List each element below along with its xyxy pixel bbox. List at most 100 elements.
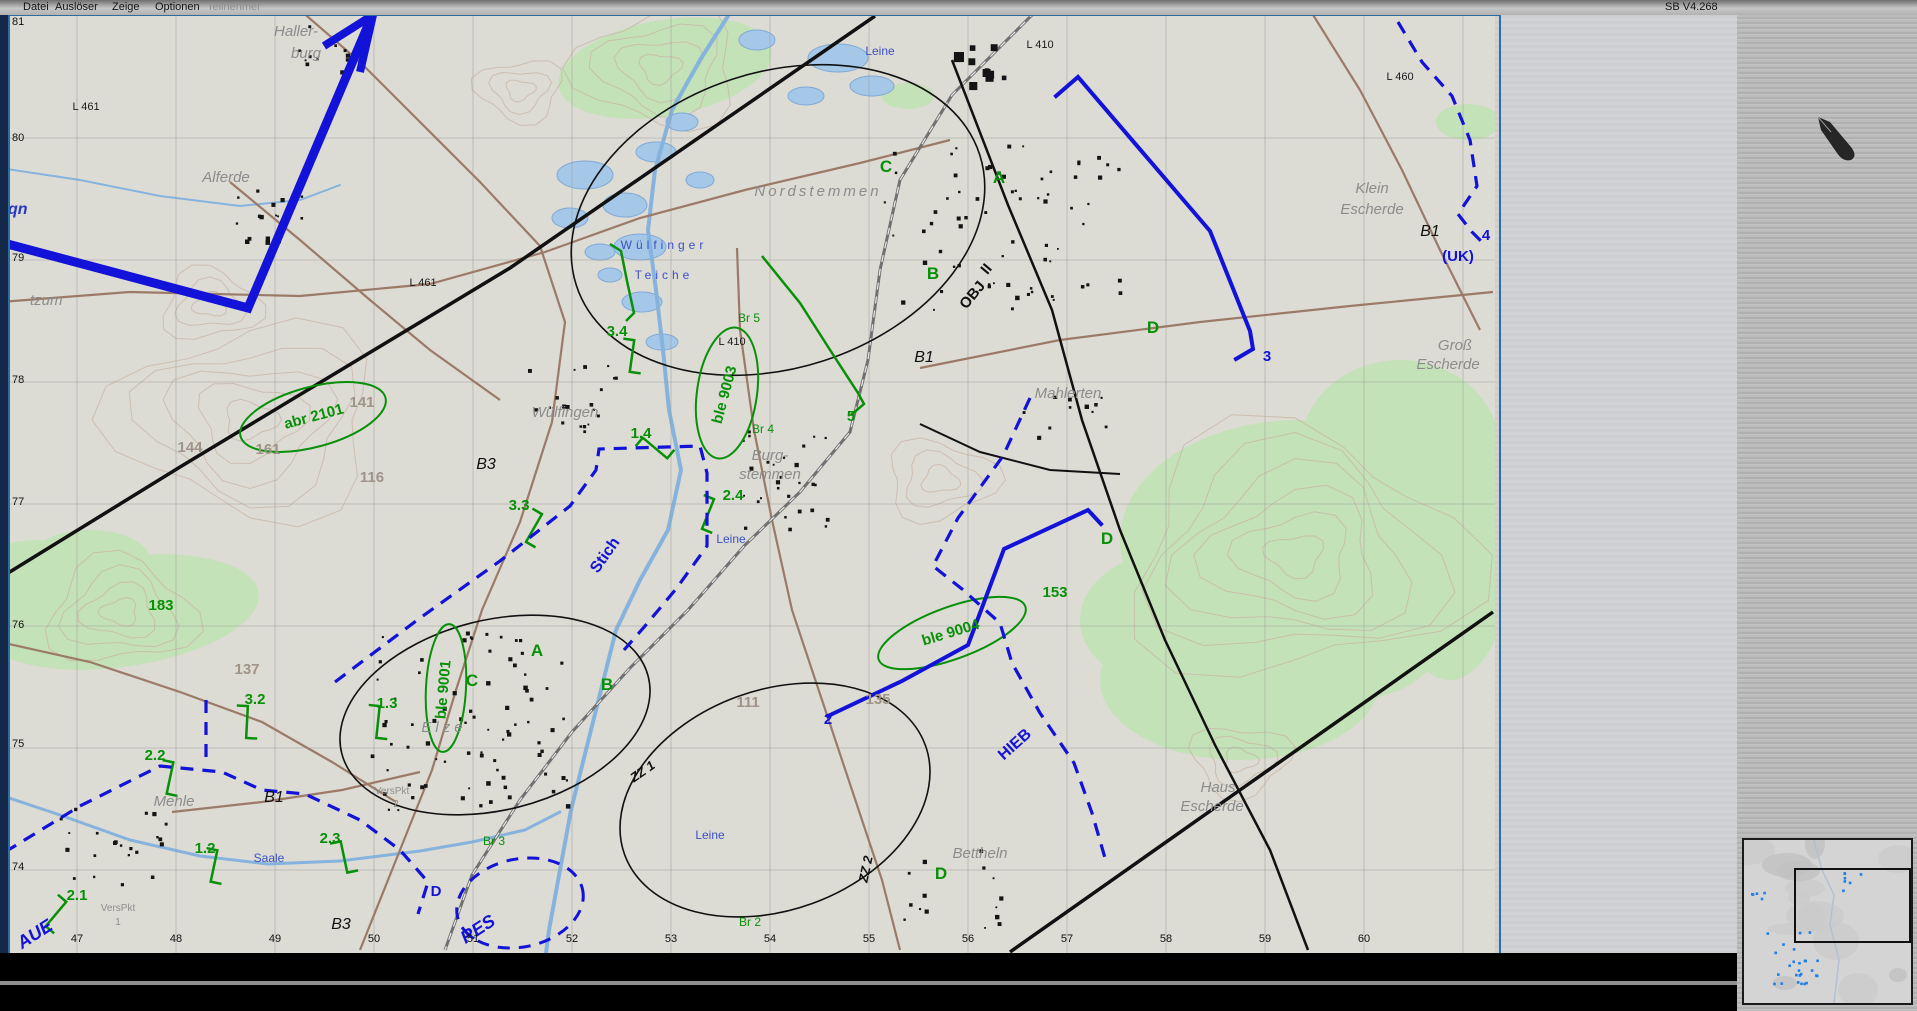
svg-text:53: 53 xyxy=(665,933,677,945)
map-label: 137 xyxy=(234,661,259,678)
minimap-unit-dot xyxy=(1798,961,1801,965)
minimap-unit-dot xyxy=(1843,880,1847,883)
map-label: 2.1 xyxy=(67,887,88,904)
minimap-unit-dot xyxy=(1859,873,1863,876)
map-label: Teiche xyxy=(635,268,694,282)
svg-text:56: 56 xyxy=(962,933,974,945)
minimap-unit-dot xyxy=(1792,948,1796,951)
application-window: SB V4.268 Datei Auslöser Zeige Optionen Teil… xyxy=(0,0,1917,1011)
map-label: Escherde xyxy=(1416,356,1479,373)
menu-item-auslöser[interactable]: Auslöser xyxy=(55,1,98,13)
svg-text:50: 50 xyxy=(368,933,380,945)
minimap-unit-dot xyxy=(1751,892,1754,896)
minimap-terrain xyxy=(1788,891,1810,905)
map-label: 1 xyxy=(115,917,121,928)
map-label: L 461 xyxy=(72,101,99,113)
minimap-unit-dot xyxy=(1774,951,1777,955)
map-label: Br 5 xyxy=(738,311,760,325)
map-label: 2 xyxy=(393,799,399,810)
map-label: 2.3 xyxy=(320,830,341,847)
map-label: B xyxy=(927,264,939,283)
map-label: 153 xyxy=(1042,584,1067,601)
map-label: Escherde xyxy=(1340,201,1403,218)
menu-item-zeige[interactable]: Zeige xyxy=(112,1,140,13)
menu-item-datei[interactable]: Datei xyxy=(23,1,49,13)
svg-text:59: 59 xyxy=(1259,933,1271,945)
map-label: A xyxy=(993,168,1005,187)
minimap-unit-dot xyxy=(1798,931,1802,935)
minimap-terrain xyxy=(1889,968,1907,982)
map-label: Br 4 xyxy=(752,422,774,436)
map-label: VersPkt xyxy=(101,903,136,914)
map-label: B xyxy=(601,675,613,694)
map-label: 3.4 xyxy=(607,323,629,340)
minimap-unit-dot xyxy=(1843,877,1847,880)
svg-text:76: 76 xyxy=(12,619,24,631)
svg-text:58: 58 xyxy=(1160,933,1172,945)
map-label: B1 xyxy=(264,789,284,806)
minimap-unit-dot xyxy=(1780,982,1784,985)
minimap-unit-dot xyxy=(1797,969,1801,972)
minimap-canvas[interactable] xyxy=(1717,827,1917,1007)
map-label: VersPkt xyxy=(375,786,410,797)
map-label: 111 xyxy=(736,694,759,711)
minimap-unit-dot xyxy=(1800,982,1803,986)
svg-text:80: 80 xyxy=(12,132,24,144)
map-label: Groß xyxy=(1438,337,1472,354)
map-label: Nordstemmen xyxy=(754,183,881,200)
minimap-unit-dot xyxy=(1777,973,1780,976)
minimap-unit-dot xyxy=(1782,943,1785,946)
minimap-unit-dot xyxy=(1773,982,1776,986)
minimap-unit-dot xyxy=(1788,964,1791,967)
map-label: burg xyxy=(291,45,322,62)
map-label: 1.2 xyxy=(195,840,216,857)
minimap-unit-dot xyxy=(1763,891,1766,895)
minimap-unit-dot xyxy=(1843,872,1847,876)
bottom-bar-1 xyxy=(0,953,1737,981)
svg-text:54: 54 xyxy=(764,933,776,945)
minimap-unit-dot xyxy=(1755,892,1759,895)
map-label: Haller- xyxy=(274,23,318,40)
svg-text:74: 74 xyxy=(12,861,24,873)
menu-bar: SB V4.268 Datei Auslöser Zeige Optionen Teil… xyxy=(0,0,1917,15)
map-label: Br 2 xyxy=(739,915,761,929)
bottom-bar-2 xyxy=(0,985,1737,1011)
map-label: Saale xyxy=(254,851,285,865)
map-label: 135 xyxy=(865,691,890,708)
map-label: A xyxy=(531,641,543,660)
map-label: 161 xyxy=(255,441,280,458)
minimap-unit-dot xyxy=(1804,959,1807,963)
map-canvas[interactable]: Haller-burg Alferde tzum Nordstemmen Klein Es… xyxy=(10,16,1495,953)
minimap-terrain xyxy=(1776,861,1820,881)
map-label: D xyxy=(431,883,442,900)
svg-text:81: 81 xyxy=(12,16,24,28)
map-label: Haus xyxy=(1200,779,1236,796)
map-label: B3 xyxy=(476,456,496,473)
map-label: B1 xyxy=(1420,223,1440,240)
menu-item-teilnehmer: Teilnehmer xyxy=(207,1,261,13)
map-label: (UK) xyxy=(1442,248,1474,265)
map-label: C xyxy=(880,157,892,176)
map-label: D xyxy=(1147,318,1159,337)
map-label: 4 xyxy=(1482,227,1491,244)
map-label: C xyxy=(466,671,478,690)
minimap-unit-dot xyxy=(1810,969,1814,972)
map-label: Mehle xyxy=(154,793,195,810)
svg-text:52: 52 xyxy=(566,933,578,945)
menu-item-optionen[interactable]: Optionen xyxy=(155,1,200,13)
map-label: 1.4 xyxy=(631,425,653,442)
map-label: L 410 xyxy=(718,336,745,348)
minimap-unit-dot xyxy=(1816,959,1819,963)
svg-text:57: 57 xyxy=(1061,933,1073,945)
map-label: 5 xyxy=(847,408,855,425)
map-label: 2 xyxy=(824,711,832,728)
svg-text:48: 48 xyxy=(170,933,182,945)
map-label: Leine xyxy=(865,44,895,58)
map-label: Leine xyxy=(695,828,725,842)
minimap-unit-dot xyxy=(1792,960,1795,964)
svg-text:49: 49 xyxy=(269,933,281,945)
map-label: Wülfingen xyxy=(532,404,599,421)
minimap-unit-dot xyxy=(1803,982,1806,986)
svg-text:78: 78 xyxy=(12,374,24,386)
minimap[interactable] xyxy=(1717,827,1917,1007)
